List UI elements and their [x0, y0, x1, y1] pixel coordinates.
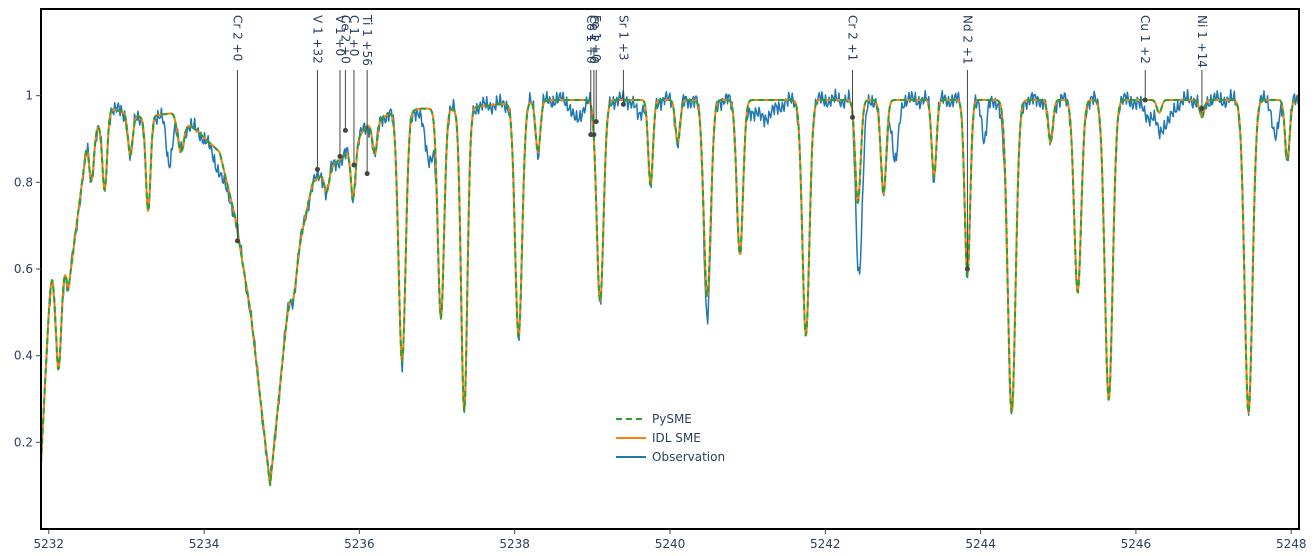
line-marker-point [364, 171, 370, 177]
line-marker-label: C 1 +0 [347, 15, 361, 56]
line-marker-point [964, 266, 970, 272]
line-marker-point [1199, 106, 1205, 112]
line-marker-point [620, 101, 626, 107]
x-tick-label: 5244 [965, 537, 996, 551]
x-tick-label: 5242 [810, 537, 841, 551]
line-marker-point [1142, 97, 1148, 103]
y-tick-label: 0.4 [14, 349, 33, 363]
y-tick-label: 0.6 [14, 262, 33, 276]
x-tick-label: 5234 [189, 537, 220, 551]
x-tick-label: 5232 [33, 537, 64, 551]
line-marker-label: V 1 +32 [310, 15, 324, 64]
x-tick-label: 5246 [1121, 537, 1152, 551]
y-tick-label: 1 [25, 89, 33, 103]
legend-label-idl-sme: IDL SME [652, 431, 701, 445]
y-tick-label: 0.2 [14, 435, 33, 449]
line-marker-point [591, 132, 597, 138]
x-tick-label: 5236 [344, 537, 375, 551]
line-marker-point [342, 127, 348, 133]
line-marker-point [337, 153, 343, 159]
line-marker-label: Cr 2 +1 [845, 15, 859, 61]
line-marker-label: Nd 2 +1 [960, 15, 974, 65]
line-marker-label: Cu 1 +2 [1138, 15, 1152, 64]
line-marker-label: Cr 2 +0 [230, 15, 244, 61]
x-tick-label: 5248 [1276, 537, 1307, 551]
line-marker-label: Ti 1 +56 [360, 14, 374, 66]
y-tick-label: 0.8 [14, 175, 33, 189]
x-tick-label: 5240 [655, 537, 686, 551]
x-tick-label: 5238 [499, 537, 530, 551]
line-marker-point [593, 119, 599, 125]
line-marker-point [849, 114, 855, 120]
line-marker-label: Sr 1 +3 [616, 15, 630, 61]
line-marker-point [234, 238, 240, 244]
line-marker-point [351, 162, 357, 168]
line-marker-point [314, 166, 320, 172]
line-marker-label: Ni 1 +14 [1195, 15, 1209, 68]
spectrum-chart: Cr 2 +0 V 1 +32 V 1 +0Ce 2 +0C 1 +0 Ti 1 +5… [0, 0, 1316, 556]
legend-label-pysme: PySME [652, 412, 692, 426]
plot-background [0, 0, 1316, 556]
line-marker-label: Fe 1 +0 [589, 15, 603, 62]
legend-label-observation: Observation [652, 450, 725, 464]
